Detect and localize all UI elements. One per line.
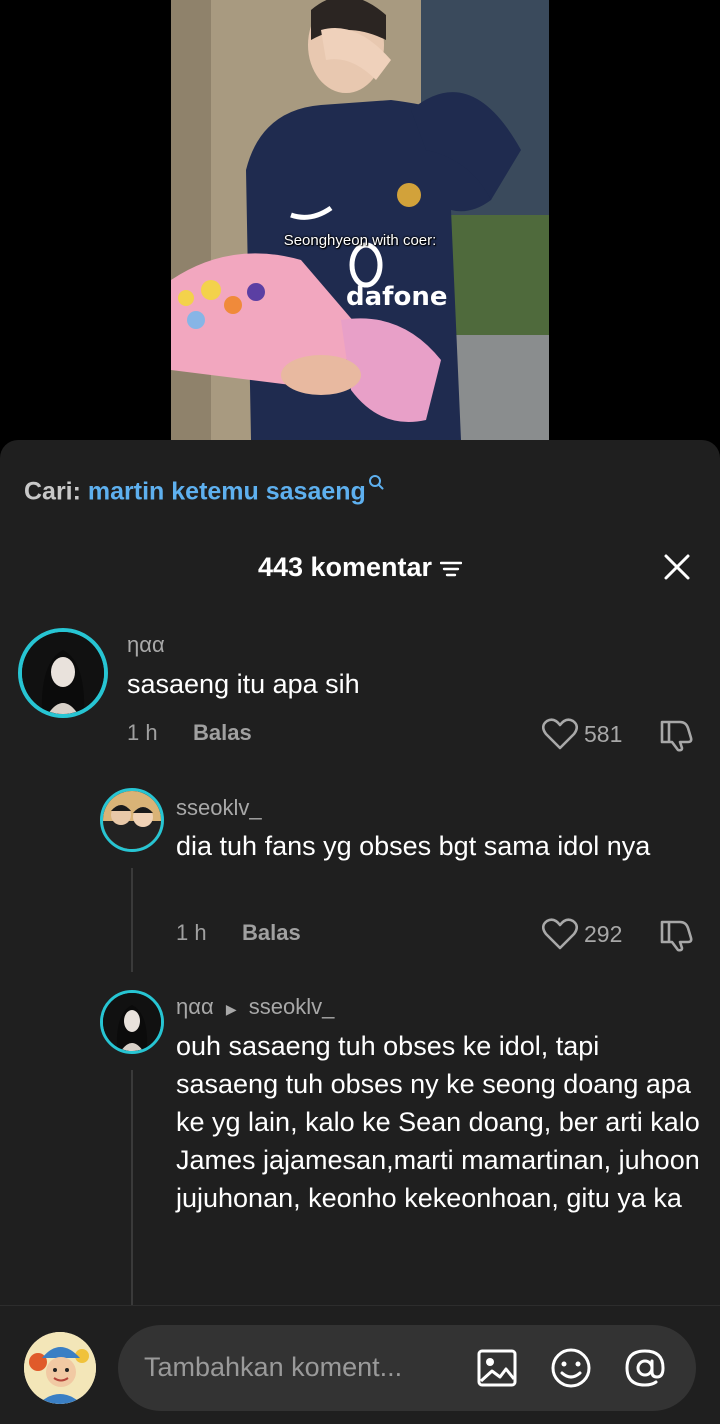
comment-text: ouh sasaeng tuh obses ke idol, tapi sasa… (176, 1031, 700, 1213)
video-player[interactable]: dafone Seonghyeon with coer: (0, 0, 720, 450)
video-still-image: dafone (171, 0, 549, 440)
reply-item: sseoklv_ dia tuh fans yg obses bgt sama … (0, 770, 720, 990)
reply-to-username[interactable]: sseoklv_ (249, 994, 335, 1019)
emoji-icon[interactable] (550, 1347, 592, 1389)
mention-icon[interactable] (624, 1347, 666, 1389)
thread-line (131, 1070, 133, 1310)
comment-composer (0, 1305, 720, 1424)
heart-icon (542, 918, 578, 950)
comment-username[interactable]: ηαα (176, 994, 214, 1019)
comment-time: 1 h (176, 920, 207, 945)
comment-text: dia tuh fans yg obses bgt sama idol nya (176, 831, 651, 861)
reply-button[interactable]: Balas (193, 720, 252, 746)
comment-input-pill[interactable] (118, 1325, 696, 1411)
like-count: 581 (584, 720, 623, 747)
thread-line (131, 868, 133, 972)
like-button[interactable]: 292 (542, 918, 622, 950)
comment-username[interactable]: sseoklv_ (176, 795, 262, 821)
avatar[interactable] (100, 990, 164, 1054)
comment-sheet: Cari: martin ketemu sasaeng 443 komentar… (0, 440, 720, 1424)
comment-username-row: ηαα ▶ sseoklv_ (176, 994, 334, 1020)
dislike-icon[interactable] (658, 718, 694, 752)
reply-arrow-icon: ▶ (225, 1001, 237, 1017)
video-caption: Seonghyeon with coer: (283, 232, 437, 249)
heart-icon (542, 718, 578, 750)
comment-item: ηαα sasaeng itu apa sih 1 h Balas 581 (0, 440, 720, 760)
comment-text: sasaeng itu apa sih (127, 669, 360, 699)
video-frame[interactable]: dafone Seonghyeon with coer: (171, 0, 549, 440)
avatar[interactable] (100, 788, 164, 852)
comment-input[interactable] (144, 1347, 444, 1387)
image-icon[interactable] (476, 1347, 518, 1389)
reply-item: ηαα ▶ sseoklv_ ouh sasaeng tuh obses ke … (0, 970, 720, 1310)
comment-time: 1 h (127, 720, 158, 745)
avatar[interactable] (18, 628, 108, 718)
reply-button[interactable]: Balas (242, 920, 301, 946)
dislike-icon[interactable] (658, 918, 694, 952)
comment-username[interactable]: ηαα (127, 632, 165, 658)
avatar[interactable] (24, 1332, 96, 1404)
like-button[interactable]: 581 (542, 718, 622, 750)
like-count: 292 (584, 920, 623, 947)
